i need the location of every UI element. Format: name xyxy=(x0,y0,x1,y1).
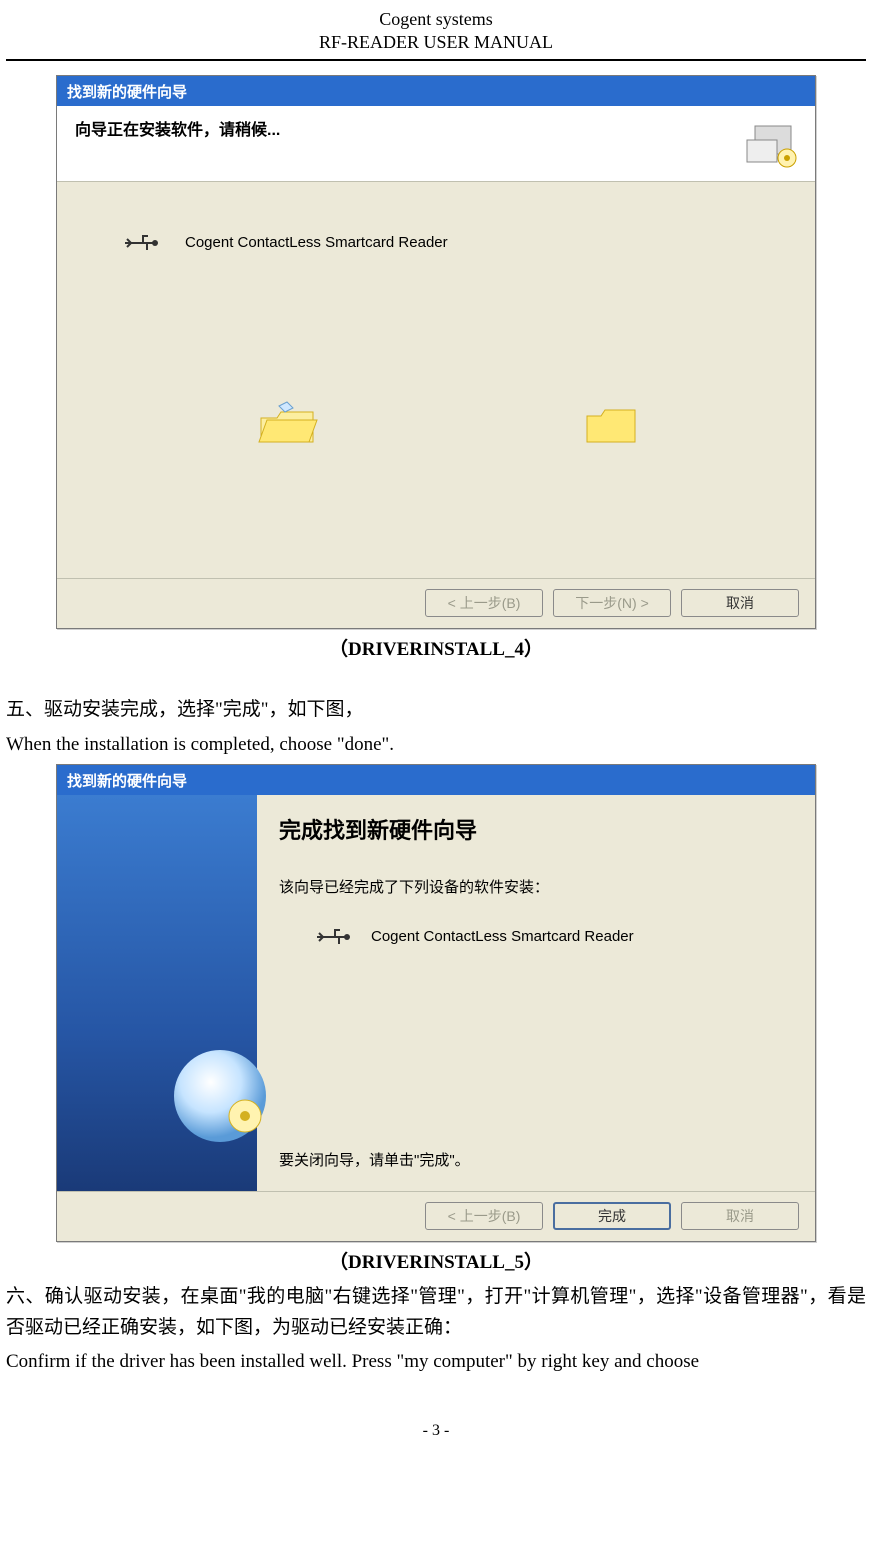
wizard-dialog-installing: 找到新的硬件向导 向导正在安装软件，请稍候... Cogent ContactL… xyxy=(56,75,816,629)
folder-animation xyxy=(257,400,645,452)
wizard-dialog-complete: 找到新的硬件向导 完成找到新硬件向导 xyxy=(56,764,816,1242)
wizard-step-title: 向导正在安装软件，请稍候... xyxy=(75,118,797,144)
finish-button[interactable]: 完成 xyxy=(553,1202,671,1230)
dialog-header-strip: 向导正在安装软件，请稍候... xyxy=(57,106,815,182)
folder-open-icon xyxy=(257,400,321,452)
back-button[interactable]: < 上一步(B) xyxy=(425,1202,543,1230)
dialog-body: 完成找到新硬件向导 该向导已经完成了下列设备的软件安装： Cogent Cont… xyxy=(57,795,815,1191)
device-label: Cogent ContactLess Smartcard Reader xyxy=(371,925,634,949)
dialog-body: Cogent ContactLess Smartcard Reader xyxy=(57,182,815,578)
completion-title: 完成找到新硬件向导 xyxy=(279,813,793,848)
usb-icon xyxy=(315,924,355,950)
device-row: Cogent ContactLess Smartcard Reader xyxy=(123,230,448,256)
step6-english: Confirm if the driver has been installed… xyxy=(6,1347,866,1377)
next-button[interactable]: 下一步(N) > xyxy=(553,589,671,617)
dialog-button-row: < 上一步(B) 完成 取消 xyxy=(57,1191,815,1241)
back-button[interactable]: < 上一步(B) xyxy=(425,589,543,617)
page-header: Cogent systems RF-READER USER MANUAL xyxy=(6,8,866,61)
header-line1: Cogent systems xyxy=(6,8,866,31)
step6-chinese: 六、确认驱动安装，在桌面"我的电脑"右键选择"管理"，打开"计算机管理"，选择"… xyxy=(6,1282,866,1343)
device-row: Cogent ContactLess Smartcard Reader xyxy=(315,924,793,950)
usb-icon xyxy=(123,230,163,256)
step5-english: When the installation is completed, choo… xyxy=(6,730,866,760)
wizard-right-pane: 完成找到新硬件向导 该向导已经完成了下列设备的软件安装： Cogent Cont… xyxy=(257,795,815,1191)
cancel-button[interactable]: 取消 xyxy=(681,1202,799,1230)
dialog-button-row: < 上一步(B) 下一步(N) > 取消 xyxy=(57,578,815,628)
hardware-graphic-icon xyxy=(745,116,801,172)
dialog-titlebar: 找到新的硬件向导 xyxy=(57,76,815,106)
dialog-titlebar: 找到新的硬件向导 xyxy=(57,765,815,795)
device-label: Cogent ContactLess Smartcard Reader xyxy=(185,231,448,255)
close-instruction: 要关闭向导，请单击"完成"。 xyxy=(279,1149,470,1173)
figure-caption-1: （DRIVERINSTALL_4） xyxy=(6,635,866,665)
folder-closed-icon xyxy=(581,400,645,452)
wizard-sidebar-graphic xyxy=(57,795,257,1191)
page-number: - 3 - xyxy=(6,1418,866,1444)
header-line2: RF-READER USER MANUAL xyxy=(6,31,866,54)
step5-chinese: 五、驱动安装完成，选择"完成"，如下图， xyxy=(6,695,866,725)
figure-caption-2: （DRIVERINSTALL_5） xyxy=(6,1248,866,1278)
cancel-button[interactable]: 取消 xyxy=(681,589,799,617)
completion-subtitle: 该向导已经完成了下列设备的软件安装： xyxy=(279,876,793,900)
